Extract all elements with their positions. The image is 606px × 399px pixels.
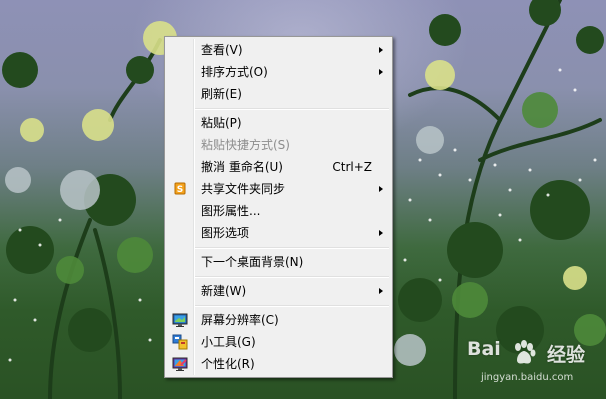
menu-item-label: 粘贴快捷方式(S) — [201, 138, 290, 152]
menu-item-label: 刷新(E) — [201, 87, 242, 101]
personalize-icon — [172, 356, 188, 372]
menu-item-label: 新建(W) — [201, 284, 247, 298]
menu-item-graphics-properties[interactable]: 图形属性... — [165, 200, 392, 222]
menu-item-refresh[interactable]: 刷新(E) — [165, 83, 392, 105]
menu-item-label: 小工具(G) — [201, 335, 256, 349]
menu-item-shortcut: Ctrl+Z — [332, 160, 372, 174]
menu-item-label: 排序方式(O) — [201, 65, 268, 79]
menu-item-label: 查看(V) — [201, 43, 243, 57]
menu-item-label: 图形属性... — [201, 204, 261, 218]
watermark-url: jingyan.baidu.com — [481, 372, 574, 383]
baidu-jingyan-watermark: Bai 经验 jingyan.baidu.com — [465, 332, 605, 399]
menu-item-next-desktop-background[interactable]: 下一个桌面背景(N) — [165, 251, 392, 273]
menu-item-label: 共享文件夹同步 — [201, 182, 286, 196]
menu-item-paste-shortcut: 粘贴快捷方式(S) — [165, 134, 392, 156]
submenu-arrow-icon — [379, 186, 383, 192]
submenu-arrow-icon — [379, 230, 383, 236]
menu-separator — [165, 244, 392, 251]
menu-item-screen-resolution[interactable]: 屏幕分辨率(C) — [165, 309, 392, 331]
watermark-product: 经验 — [547, 344, 586, 366]
menu-item-label: 个性化(R) — [201, 357, 255, 371]
menu-item-shared-folder-sync[interactable]: S 共享文件夹同步 — [165, 178, 392, 200]
submenu-arrow-icon — [379, 69, 383, 75]
menu-item-undo-rename[interactable]: 撤消 重命名(U) Ctrl+Z — [165, 156, 392, 178]
menu-item-sort-by[interactable]: 排序方式(O) — [165, 61, 392, 83]
shared-folder-sync-icon: S — [172, 181, 188, 197]
menu-separator — [165, 105, 392, 112]
menu-item-label: 下一个桌面背景(N) — [201, 255, 304, 269]
submenu-arrow-icon — [379, 47, 383, 53]
menu-item-paste[interactable]: 粘贴(P) — [165, 112, 392, 134]
screen-resolution-icon — [172, 312, 188, 328]
menu-item-personalize[interactable]: 个性化(R) — [165, 353, 392, 375]
desktop-context-menu: 查看(V) 排序方式(O) 刷新(E) 粘贴(P) 粘贴快捷方式(S) 撤消 重… — [164, 36, 393, 378]
watermark-brand: Bai — [467, 338, 501, 360]
menu-item-new[interactable]: 新建(W) — [165, 280, 392, 302]
svg-text:S: S — [177, 185, 183, 195]
menu-separator — [165, 302, 392, 309]
submenu-arrow-icon — [379, 288, 383, 294]
menu-separator — [165, 273, 392, 280]
gadgets-icon — [172, 334, 188, 350]
baidu-paw-icon — [509, 338, 539, 368]
menu-item-graphics-options[interactable]: 图形选项 — [165, 222, 392, 244]
menu-item-view[interactable]: 查看(V) — [165, 39, 392, 61]
menu-item-gadgets[interactable]: 小工具(G) — [165, 331, 392, 353]
menu-item-label: 撤消 重命名(U) — [201, 160, 283, 174]
menu-item-label: 屏幕分辨率(C) — [201, 313, 279, 327]
menu-item-label: 图形选项 — [201, 226, 250, 240]
menu-item-label: 粘贴(P) — [201, 116, 242, 130]
